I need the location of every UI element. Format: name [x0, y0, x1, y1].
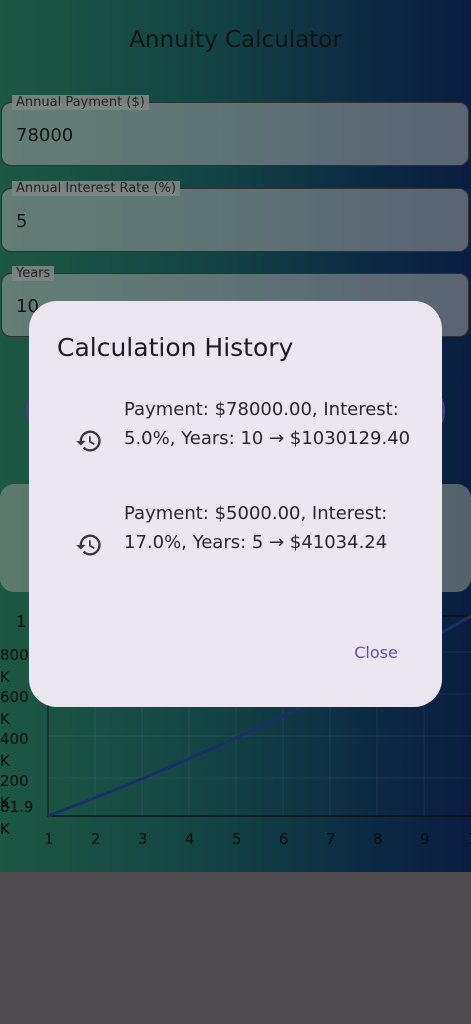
history-item[interactable]: Payment: $5000.00, Interest: 17.0%, Year… [29, 500, 442, 590]
history-item-text: Payment: $5000.00, Interest: 17.0%, Year… [124, 503, 388, 553]
history-icon [76, 430, 101, 452]
history-item[interactable]: Payment: $78000.00, Interest: 5.0%, Year… [29, 396, 442, 486]
history-dialog: Calculation History Payment: $78000.00, … [29, 301, 442, 707]
history-item-text: Payment: $78000.00, Interest: 5.0%, Year… [124, 399, 411, 449]
history-icon [76, 534, 101, 556]
dialog-title: Calculation History [57, 333, 294, 362]
close-button[interactable]: Close [341, 637, 411, 667]
